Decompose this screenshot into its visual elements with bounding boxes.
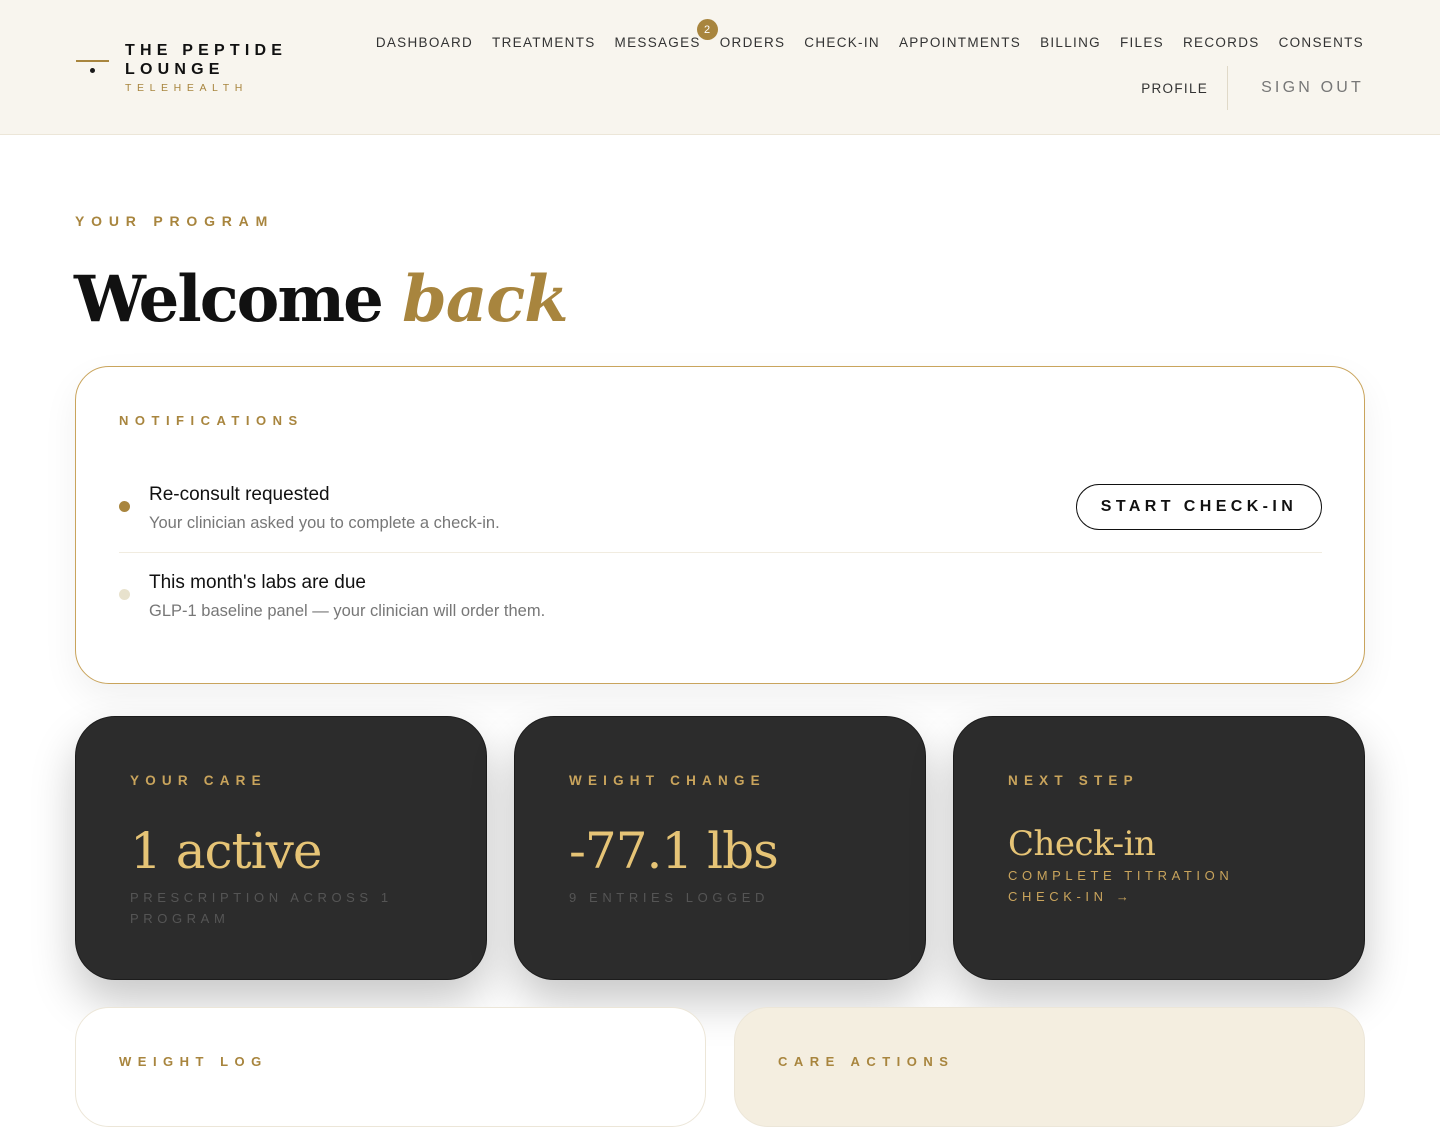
brand-name-line1: THE PEPTIDE bbox=[125, 42, 288, 59]
stat-value: Check-in bbox=[1008, 824, 1156, 864]
notifications-panel: NOTIFICATIONS Re-consult requested Your … bbox=[75, 366, 1365, 684]
nav-appointments[interactable]: APPOINTMENTS bbox=[899, 35, 1021, 51]
stat-subtext: PRESCRIPTION ACROSS 1 PROGRAM bbox=[130, 890, 393, 926]
account-nav: PROFILE SIGN OUT bbox=[1141, 66, 1364, 110]
weight-log-card: WEIGHT LOG bbox=[75, 1007, 706, 1127]
nav-treatments[interactable]: TREATMENTS bbox=[492, 35, 596, 51]
nav-profile[interactable]: PROFILE bbox=[1141, 81, 1208, 96]
nav-records[interactable]: RECORDS bbox=[1183, 35, 1260, 51]
nav-divider bbox=[1227, 66, 1229, 110]
page-title-accent: back bbox=[402, 262, 569, 337]
top-header: THE PEPTIDE LOUNGE TELEHEALTH DASHBOARD … bbox=[0, 0, 1440, 135]
stat-label: WEIGHT CHANGE bbox=[569, 773, 766, 788]
sign-out-button[interactable]: SIGN OUT bbox=[1261, 79, 1364, 97]
your-care-card[interactable]: YOUR CARE 1 active PRESCRIPTION ACROSS 1… bbox=[75, 716, 487, 980]
start-check-in-button[interactable]: START CHECK-IN bbox=[1076, 484, 1322, 530]
nav-messages[interactable]: MESSAGES 2 bbox=[614, 19, 718, 51]
brand-logo[interactable]: THE PEPTIDE LOUNGE TELEHEALTH bbox=[125, 41, 287, 95]
stat-value: -77.1 lbs bbox=[569, 822, 779, 880]
stat-subtext: 9 ENTRIES LOGGED bbox=[569, 890, 770, 905]
nav-billing[interactable]: BILLING bbox=[1040, 35, 1101, 51]
nav-consents[interactable]: CONSENTS bbox=[1279, 35, 1364, 51]
nav-messages-label: MESSAGES bbox=[614, 35, 701, 50]
stat-label: YOUR CARE bbox=[130, 773, 267, 788]
messages-unread-badge: 2 bbox=[696, 19, 718, 40]
next-step-link[interactable]: COMPLETE TITRATION CHECK-IN → bbox=[1008, 865, 1258, 907]
notification-title: Re-consult requested bbox=[149, 484, 330, 505]
stat-label: NEXT STEP bbox=[1008, 773, 1139, 788]
notification-item: Re-consult requested Your clinician aske… bbox=[119, 481, 1322, 553]
nav-dashboard[interactable]: DASHBOARD bbox=[376, 35, 473, 51]
nav-check-in[interactable]: CHECK-IN bbox=[804, 35, 880, 51]
care-actions-card: CARE ACTIONS bbox=[734, 1007, 1365, 1127]
notification-status-dot-icon bbox=[119, 501, 130, 512]
notification-body: Your clinician asked you to complete a c… bbox=[149, 514, 500, 532]
weight-change-card[interactable]: WEIGHT CHANGE -77.1 lbs 9 ENTRIES LOGGED bbox=[514, 716, 926, 980]
notification-body: GLP-1 baseline panel — your clinician wi… bbox=[149, 602, 546, 620]
brand-logo-icon[interactable] bbox=[76, 60, 109, 74]
notifications-title: NOTIFICATIONS bbox=[119, 413, 304, 428]
notification-item: This month's labs are due GLP-1 baseline… bbox=[119, 569, 1322, 629]
notification-status-dot-icon bbox=[119, 589, 130, 600]
next-step-card[interactable]: NEXT STEP Check-in COMPLETE TITRATION CH… bbox=[953, 716, 1365, 980]
page-title: Welcome back bbox=[74, 260, 569, 340]
stat-value: 1 active bbox=[130, 822, 322, 880]
nav-files[interactable]: FILES bbox=[1120, 35, 1164, 51]
section-eyebrow: YOUR PROGRAM bbox=[75, 213, 275, 229]
page-title-main: Welcome bbox=[74, 262, 384, 337]
brand-name-line2: LOUNGE bbox=[125, 61, 225, 78]
logo-dot bbox=[90, 68, 95, 73]
notification-title: This month's labs are due bbox=[149, 572, 366, 593]
logo-bar bbox=[76, 60, 109, 62]
nav-orders[interactable]: ORDERS bbox=[720, 35, 786, 51]
brand-tagline: TELEHEALTH bbox=[125, 82, 248, 94]
main-nav: DASHBOARD TREATMENTS MESSAGES 2 ORDERS C… bbox=[376, 19, 1364, 51]
